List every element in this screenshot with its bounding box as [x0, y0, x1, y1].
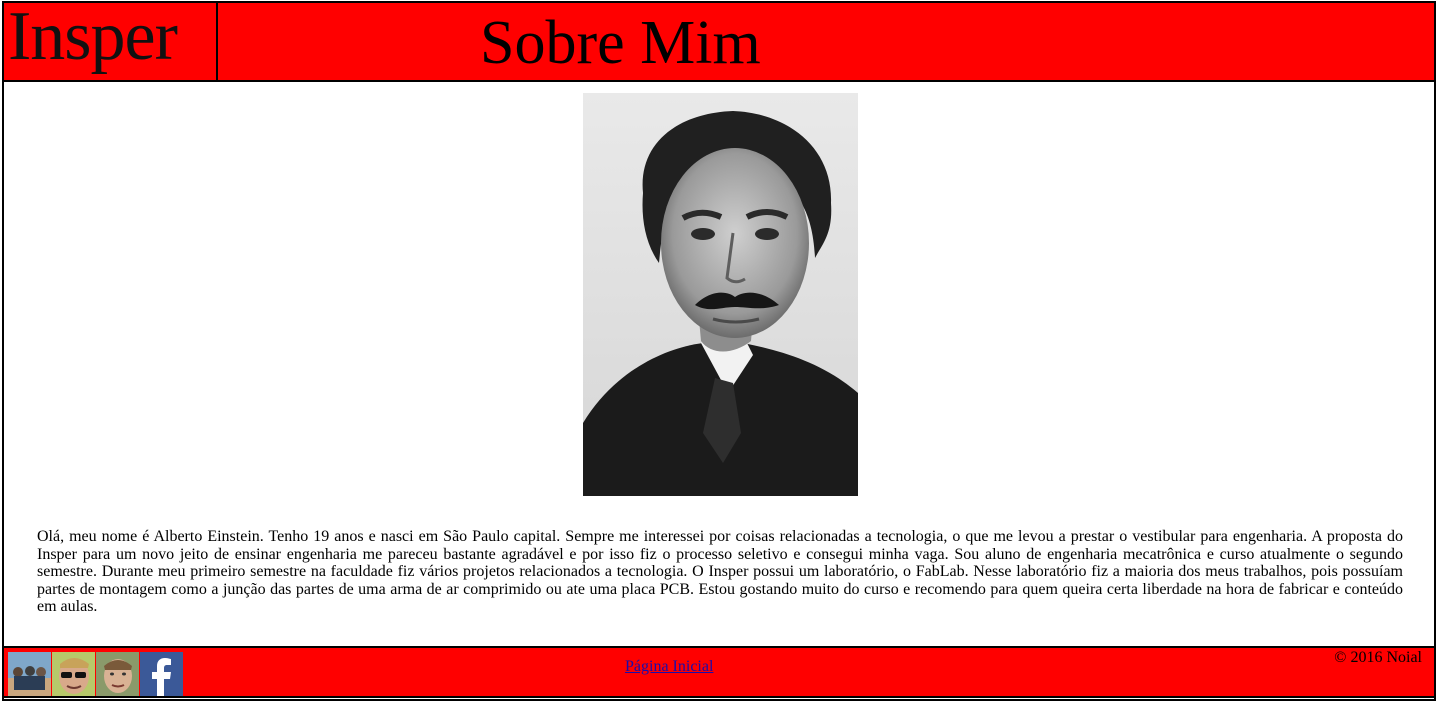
logo-text: Insper	[8, 0, 178, 75]
facebook-icon[interactable]	[140, 652, 183, 696]
photo-thumb-selfie-icon[interactable]	[96, 652, 139, 696]
profile-photo	[583, 93, 858, 496]
site-footer: Página Inicial © 2016 Noial	[2, 646, 1436, 698]
portrait-illustration	[583, 93, 858, 496]
photo-thumb-friends-icon[interactable]	[8, 652, 51, 696]
home-link[interactable]: Página Inicial	[625, 658, 713, 676]
bio-paragraph: Olá, meu nome é Alberto Einstein. Tenho …	[37, 528, 1403, 615]
photo-thumb-sunglasses-icon[interactable]	[52, 652, 95, 696]
copyright-text: © 2016 Noial	[1334, 649, 1422, 666]
page-title: Sobre Mim	[480, 9, 761, 77]
site-header: Insper Sobre Mim	[2, 0, 1436, 82]
insper-logo[interactable]: Insper	[4, 0, 218, 80]
